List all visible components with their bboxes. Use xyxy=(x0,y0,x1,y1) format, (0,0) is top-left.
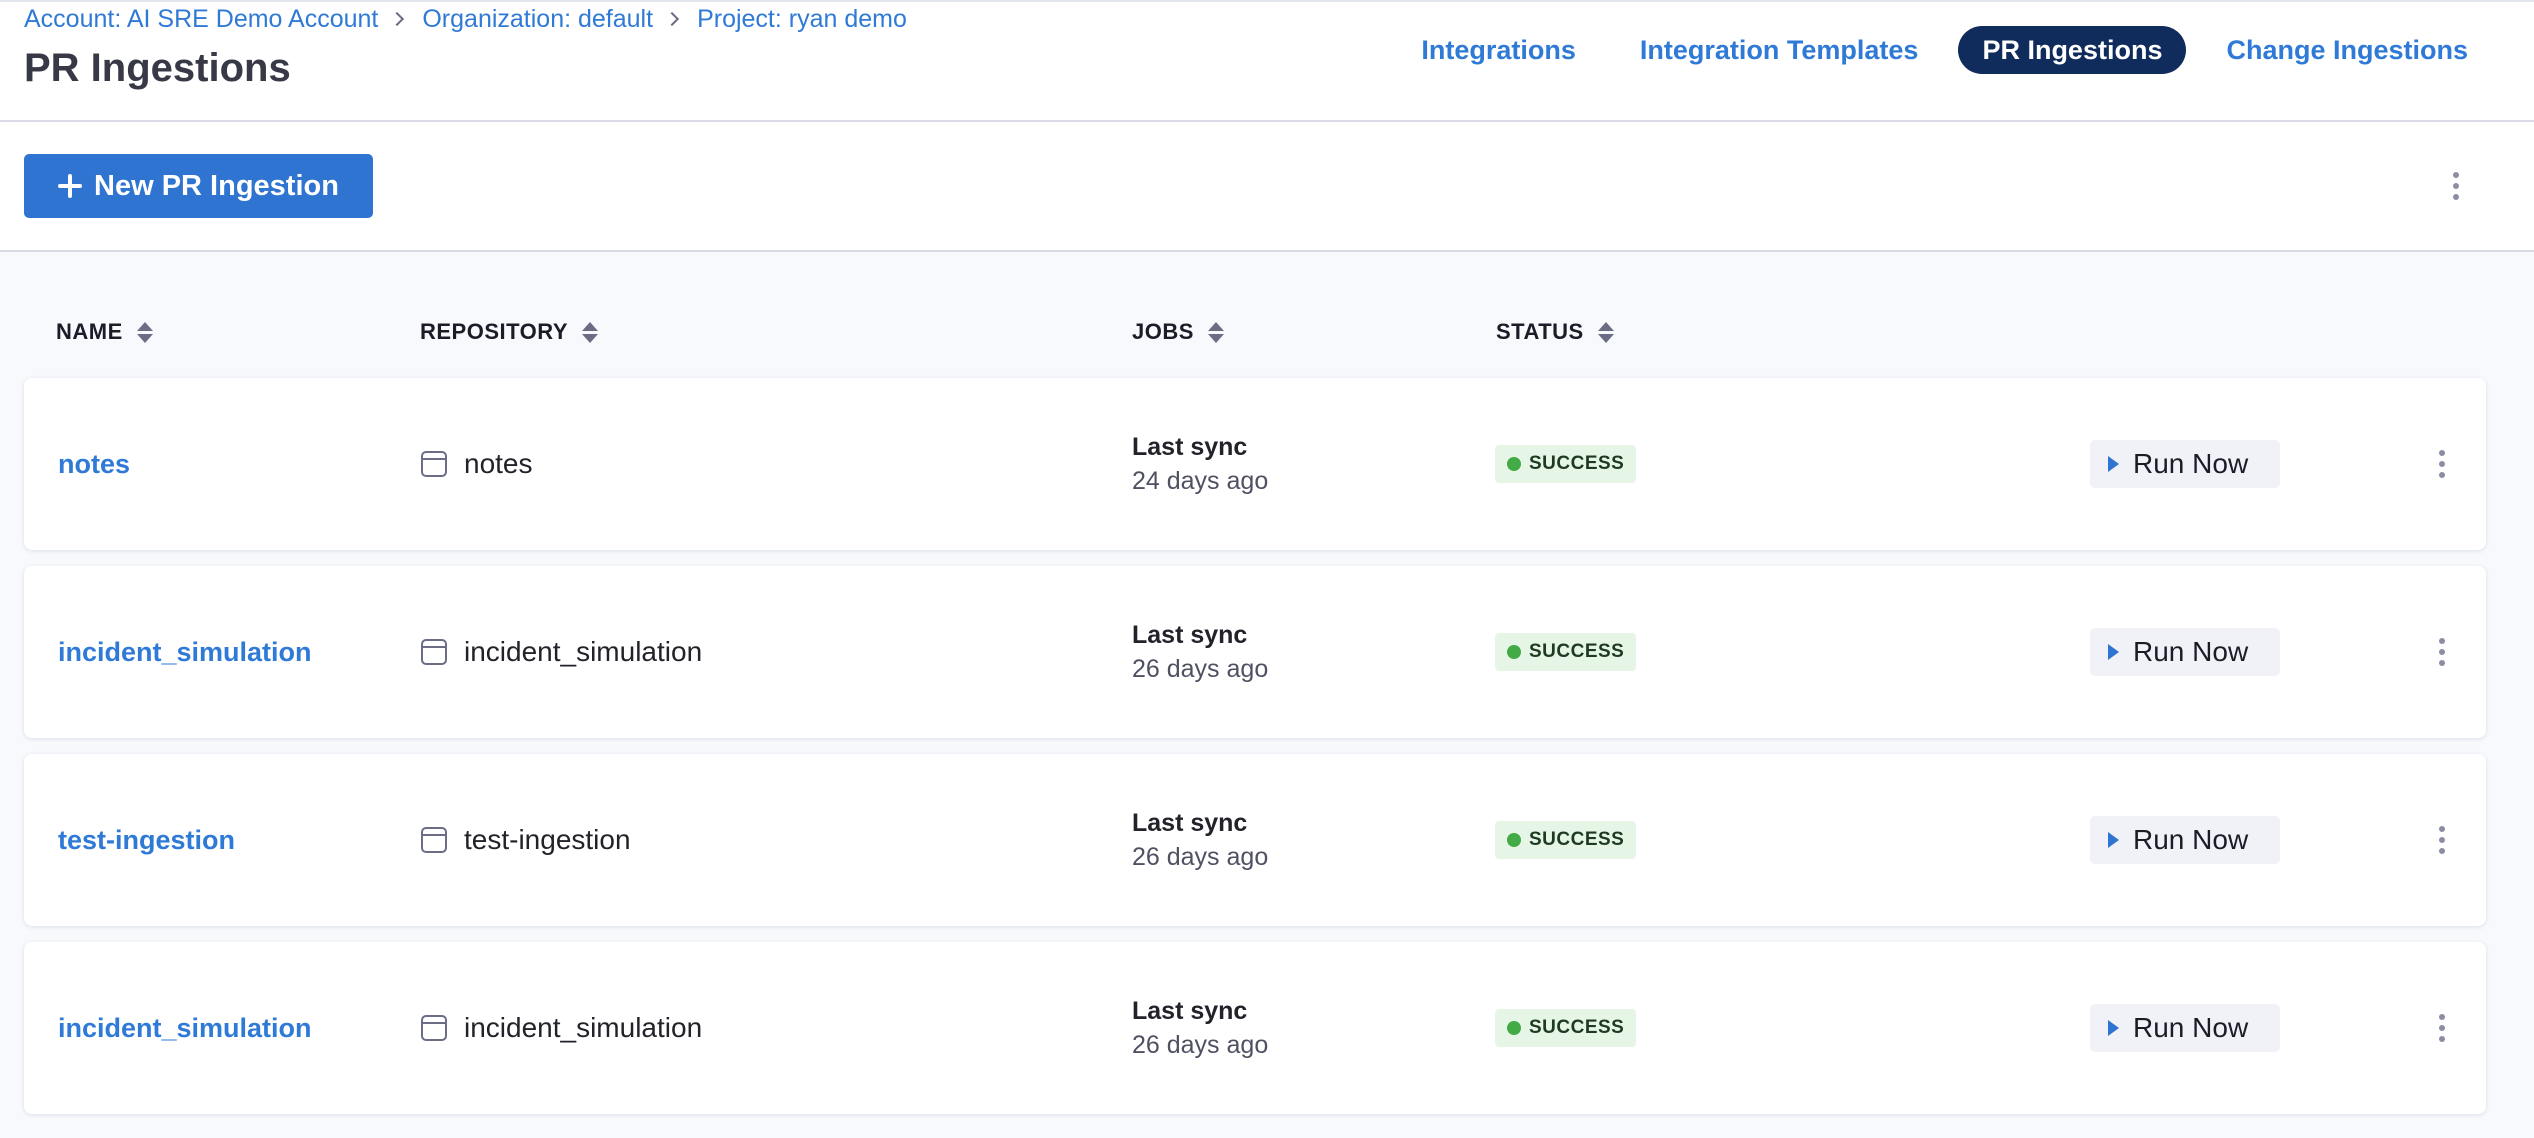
repository-name: incident_simulation xyxy=(464,1012,703,1043)
page-header: Account: AI SRE Demo Account Organizatio… xyxy=(0,0,2534,122)
tab-pr-ingestions[interactable]: PR Ingestions xyxy=(1958,26,2187,74)
status-text: SUCCESS xyxy=(1529,829,1625,850)
chevron-right-icon xyxy=(390,11,405,27)
tab-change-ingestions[interactable]: Change Ingestions xyxy=(2202,26,2492,74)
tab-integrations[interactable]: Integrations xyxy=(1397,26,1600,74)
ingestion-name-link[interactable]: incident_simulation xyxy=(58,942,312,1114)
ingestions-table: NAME REPOSITORY JOBS STATUS notes notes … xyxy=(0,252,2534,1138)
column-header-name[interactable]: NAME xyxy=(56,316,153,348)
repository-cell: test-ingestion xyxy=(420,754,631,926)
row-more-options-icon[interactable] xyxy=(2422,628,2462,676)
status-text: SUCCESS xyxy=(1529,453,1625,474)
column-header-repository-label: REPOSITORY xyxy=(420,319,569,344)
breadcrumb-organization[interactable]: Organization: default xyxy=(422,5,653,34)
run-now-label: Run Now xyxy=(2133,448,2249,479)
jobs-cell: Last sync 24 days ago xyxy=(1132,430,1268,498)
new-pr-ingestion-button[interactable]: New PR Ingestion xyxy=(24,154,373,218)
page-title: PR Ingestions xyxy=(24,46,291,90)
repository-cell: incident_simulation xyxy=(420,942,702,1114)
status-dot-icon xyxy=(1507,833,1521,847)
repository-icon xyxy=(421,1015,447,1041)
jobs-cell: Last sync 26 days ago xyxy=(1132,994,1268,1062)
row-more-options-icon[interactable] xyxy=(2422,440,2462,488)
breadcrumb: Account: AI SRE Demo Account Organizatio… xyxy=(24,4,907,34)
toolbar-more-options-icon[interactable] xyxy=(2436,162,2476,210)
jobs-cell: Last sync 26 days ago xyxy=(1132,618,1268,686)
run-now-button[interactable]: Run Now xyxy=(2090,440,2280,488)
table-row[interactable]: notes notes Last sync 24 days ago SUCCES… xyxy=(24,378,2486,550)
column-header-name-label: NAME xyxy=(56,319,123,344)
repository-icon xyxy=(421,451,447,477)
sort-icon xyxy=(1597,321,1614,343)
jobs-label: Last sync xyxy=(1132,809,1248,837)
jobs-label: Last sync xyxy=(1132,997,1248,1025)
column-header-jobs-label: JOBS xyxy=(1132,319,1194,344)
run-now-button[interactable]: Run Now xyxy=(2090,628,2280,676)
column-header-jobs[interactable]: JOBS xyxy=(1132,316,1224,348)
tab-bar: Integrations Integration Templates PR In… xyxy=(1381,26,2534,74)
jobs-label: Last sync xyxy=(1132,621,1248,649)
repository-name: test-ingestion xyxy=(464,824,631,855)
table-row[interactable]: test-ingestion test-ingestion Last sync … xyxy=(24,754,2486,926)
breadcrumb-project[interactable]: Project: ryan demo xyxy=(697,5,907,34)
jobs-cell: Last sync 26 days ago xyxy=(1132,806,1268,874)
status-text: SUCCESS xyxy=(1529,641,1625,662)
jobs-time: 26 days ago xyxy=(1132,1031,1269,1059)
run-now-button[interactable]: Run Now xyxy=(2090,1004,2280,1052)
table-row[interactable]: incident_simulation incident_simulation … xyxy=(24,566,2486,738)
status-dot-icon xyxy=(1507,457,1521,471)
ingestion-name-link[interactable]: test-ingestion xyxy=(58,754,235,926)
toolbar: New PR Ingestion xyxy=(0,122,2534,252)
sort-icon xyxy=(1207,321,1224,343)
status-badge: SUCCESS xyxy=(1495,445,1637,483)
breadcrumb-account[interactable]: Account: AI SRE Demo Account xyxy=(24,5,378,34)
repository-icon xyxy=(421,639,447,665)
jobs-time: 24 days ago xyxy=(1132,467,1269,495)
status-badge: SUCCESS xyxy=(1495,633,1637,671)
status-badge: SUCCESS xyxy=(1495,1009,1637,1047)
status-text: SUCCESS xyxy=(1529,1017,1625,1038)
chevron-right-icon xyxy=(664,11,680,27)
run-now-button[interactable]: Run Now xyxy=(2090,816,2280,864)
tab-integration-templates[interactable]: Integration Templates xyxy=(1616,26,1943,74)
table-row[interactable]: incident_simulation incident_simulation … xyxy=(24,942,2486,1114)
play-icon xyxy=(2108,644,2119,660)
ingestion-name-link[interactable]: notes xyxy=(58,378,130,550)
repository-cell: notes xyxy=(420,378,533,550)
run-now-label: Run Now xyxy=(2133,1012,2249,1043)
play-icon xyxy=(2108,456,2119,472)
column-header-status[interactable]: STATUS xyxy=(1496,316,1614,348)
sort-icon xyxy=(136,321,153,343)
status-dot-icon xyxy=(1507,1021,1521,1035)
play-icon xyxy=(2108,1020,2119,1036)
new-pr-ingestion-label: New PR Ingestion xyxy=(94,169,339,202)
sort-icon xyxy=(582,321,599,343)
status-badge: SUCCESS xyxy=(1495,821,1637,859)
repository-cell: incident_simulation xyxy=(420,566,702,738)
column-header-repository[interactable]: REPOSITORY xyxy=(420,316,599,348)
jobs-label: Last sync xyxy=(1132,433,1248,461)
row-more-options-icon[interactable] xyxy=(2422,1004,2462,1052)
repository-name: incident_simulation xyxy=(464,636,703,667)
jobs-time: 26 days ago xyxy=(1132,843,1269,871)
jobs-time: 26 days ago xyxy=(1132,655,1269,683)
repository-name: notes xyxy=(464,448,533,479)
run-now-label: Run Now xyxy=(2133,824,2249,855)
ingestion-name-link[interactable]: incident_simulation xyxy=(58,566,312,738)
run-now-label: Run Now xyxy=(2133,636,2249,667)
status-dot-icon xyxy=(1507,645,1521,659)
repository-icon xyxy=(421,827,447,853)
plus-icon xyxy=(58,174,83,198)
row-more-options-icon[interactable] xyxy=(2422,816,2462,864)
column-header-status-label: STATUS xyxy=(1496,319,1584,344)
play-icon xyxy=(2108,832,2119,848)
